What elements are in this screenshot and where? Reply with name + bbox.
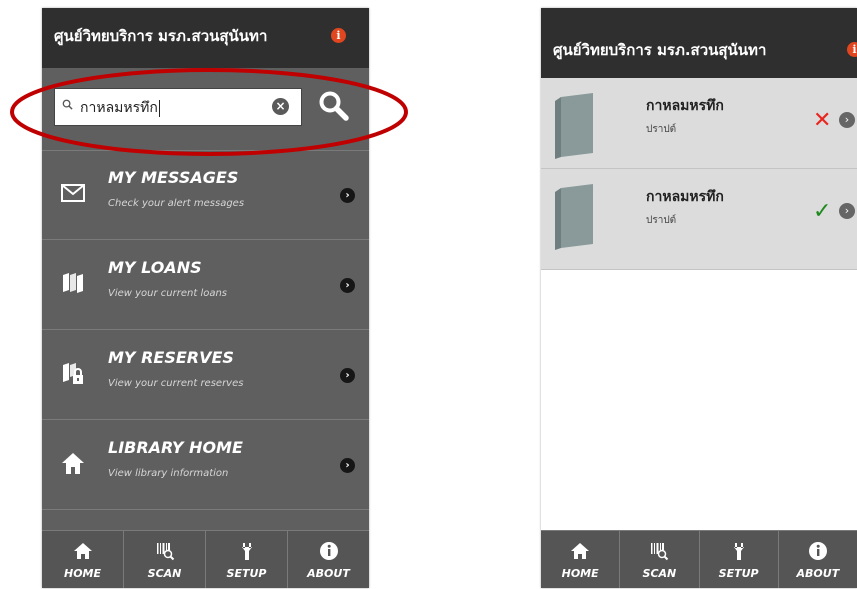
chevron-right-icon: › [839, 203, 855, 219]
chevron-right-icon: › [839, 112, 855, 128]
menu-item-my-messages[interactable]: MY MESSAGES Check your alert messages › [42, 150, 369, 240]
menu-item-library-home[interactable]: LIBRARY HOME View library information › [42, 420, 369, 510]
tab-label: SETUP [226, 567, 267, 580]
tab-scan[interactable]: SCAN [124, 531, 206, 588]
menu-subtitle: View your current loans [108, 288, 228, 299]
search-input[interactable]: กาหลมหรทึก × [54, 88, 302, 126]
info-icon [319, 542, 338, 560]
result-item[interactable]: กาหลมหรทึก ปราปต์ ✕ › [541, 78, 857, 169]
result-title: กาหลมหรทึก [646, 189, 724, 205]
info-icon[interactable]: i [847, 42, 857, 57]
home-icon [62, 453, 84, 474]
result-item[interactable]: กาหลมหรทึก ปราปต์ ✓ › [541, 169, 857, 270]
book-icon [555, 93, 593, 159]
menu-subtitle: View your current reserves [108, 378, 244, 389]
tab-label: HOME [561, 567, 599, 580]
menu-title: MY RESERVES [108, 348, 234, 367]
app-header: ศูนย์วิทยบริการ มรภ.สวนสุนันทา i [42, 8, 369, 68]
tab-label: HOME [63, 567, 102, 580]
left-phone-screen: ศูนย์วิทยบริการ มรภ.สวนสุนันทา i กาหลมหร… [42, 8, 369, 588]
menu-item-my-reserves[interactable]: MY RESERVES View your current reserves › [42, 330, 369, 420]
menu-title: LIBRARY HOME [108, 438, 243, 457]
app-header: ศูนย์วิทยบริการ มรภ.สวนสุนันทา i [541, 8, 857, 78]
right-phone-screen: ศูนย์วิทยบริการ มรภ.สวนสุนันทา i กาหลมหร… [541, 8, 857, 588]
app-title: ศูนย์วิทยบริการ มรภ.สวนสุนันทา [54, 27, 268, 45]
chevron-right-icon: › [340, 368, 355, 383]
tab-label: SETUP [718, 567, 759, 580]
tab-about[interactable]: ABOUT [779, 531, 857, 588]
search-button[interactable] [312, 84, 356, 128]
info-icon [808, 542, 827, 560]
clear-icon[interactable]: × [272, 98, 289, 115]
menu-title: MY LOANS [108, 258, 202, 277]
search-value: กาหลมหรทึก [80, 99, 160, 117]
home-icon [73, 543, 92, 559]
chevron-right-icon: › [340, 458, 355, 473]
bottom-tab-bar: HOME SCAN SETUP ABOUT [541, 530, 857, 588]
tab-label: ABOUT [796, 567, 840, 580]
search-bar: กาหลมหรทึก × [42, 68, 369, 151]
chevron-right-icon: › [340, 278, 355, 293]
wrench-icon [733, 543, 744, 560]
app-title: ศูนย์วิทยบริการ มรภ.สวนสุนันทา [553, 41, 767, 59]
barcode-scan-icon [156, 543, 174, 561]
tab-scan[interactable]: SCAN [620, 531, 700, 588]
info-icon[interactable]: i [331, 28, 346, 43]
menu-subtitle: Check your alert messages [108, 198, 245, 209]
result-author: ปราปต์ [646, 215, 677, 226]
tab-label: ABOUT [307, 567, 350, 580]
cross-icon: ✕ [813, 108, 832, 133]
home-icon [571, 543, 590, 559]
tab-label: SCAN [147, 567, 182, 580]
book-icon [555, 184, 593, 250]
result-title: กาหลมหรทึก [646, 98, 724, 114]
tab-label: SCAN [642, 567, 677, 580]
tab-setup[interactable]: SETUP [206, 531, 288, 588]
tab-setup[interactable]: SETUP [700, 531, 779, 588]
books-icon [63, 273, 83, 293]
bottom-tab-bar: HOME SCAN SETUP ABOUT [42, 530, 369, 588]
barcode-scan-icon [651, 543, 669, 561]
check-icon: ✓ [813, 199, 832, 224]
menu-item-my-loans[interactable]: MY LOANS View your current loans › [42, 240, 369, 330]
chevron-right-icon: › [340, 188, 355, 203]
tab-home[interactable]: HOME [42, 531, 124, 588]
search-field-icon [62, 99, 73, 110]
menu-title: MY MESSAGES [108, 168, 239, 187]
locked-books-icon [63, 363, 83, 384]
tab-home[interactable]: HOME [541, 531, 621, 588]
tab-about[interactable]: ABOUT [288, 531, 369, 588]
result-author: ปราปต์ [646, 124, 677, 135]
envelope-icon [61, 184, 85, 202]
search-results-list: กาหลมหรทึก ปราปต์ ✕ › กาหลมหรทึก ปราปต์ … [541, 78, 857, 270]
menu-subtitle: View library information [108, 468, 229, 479]
wrench-icon [241, 543, 252, 560]
